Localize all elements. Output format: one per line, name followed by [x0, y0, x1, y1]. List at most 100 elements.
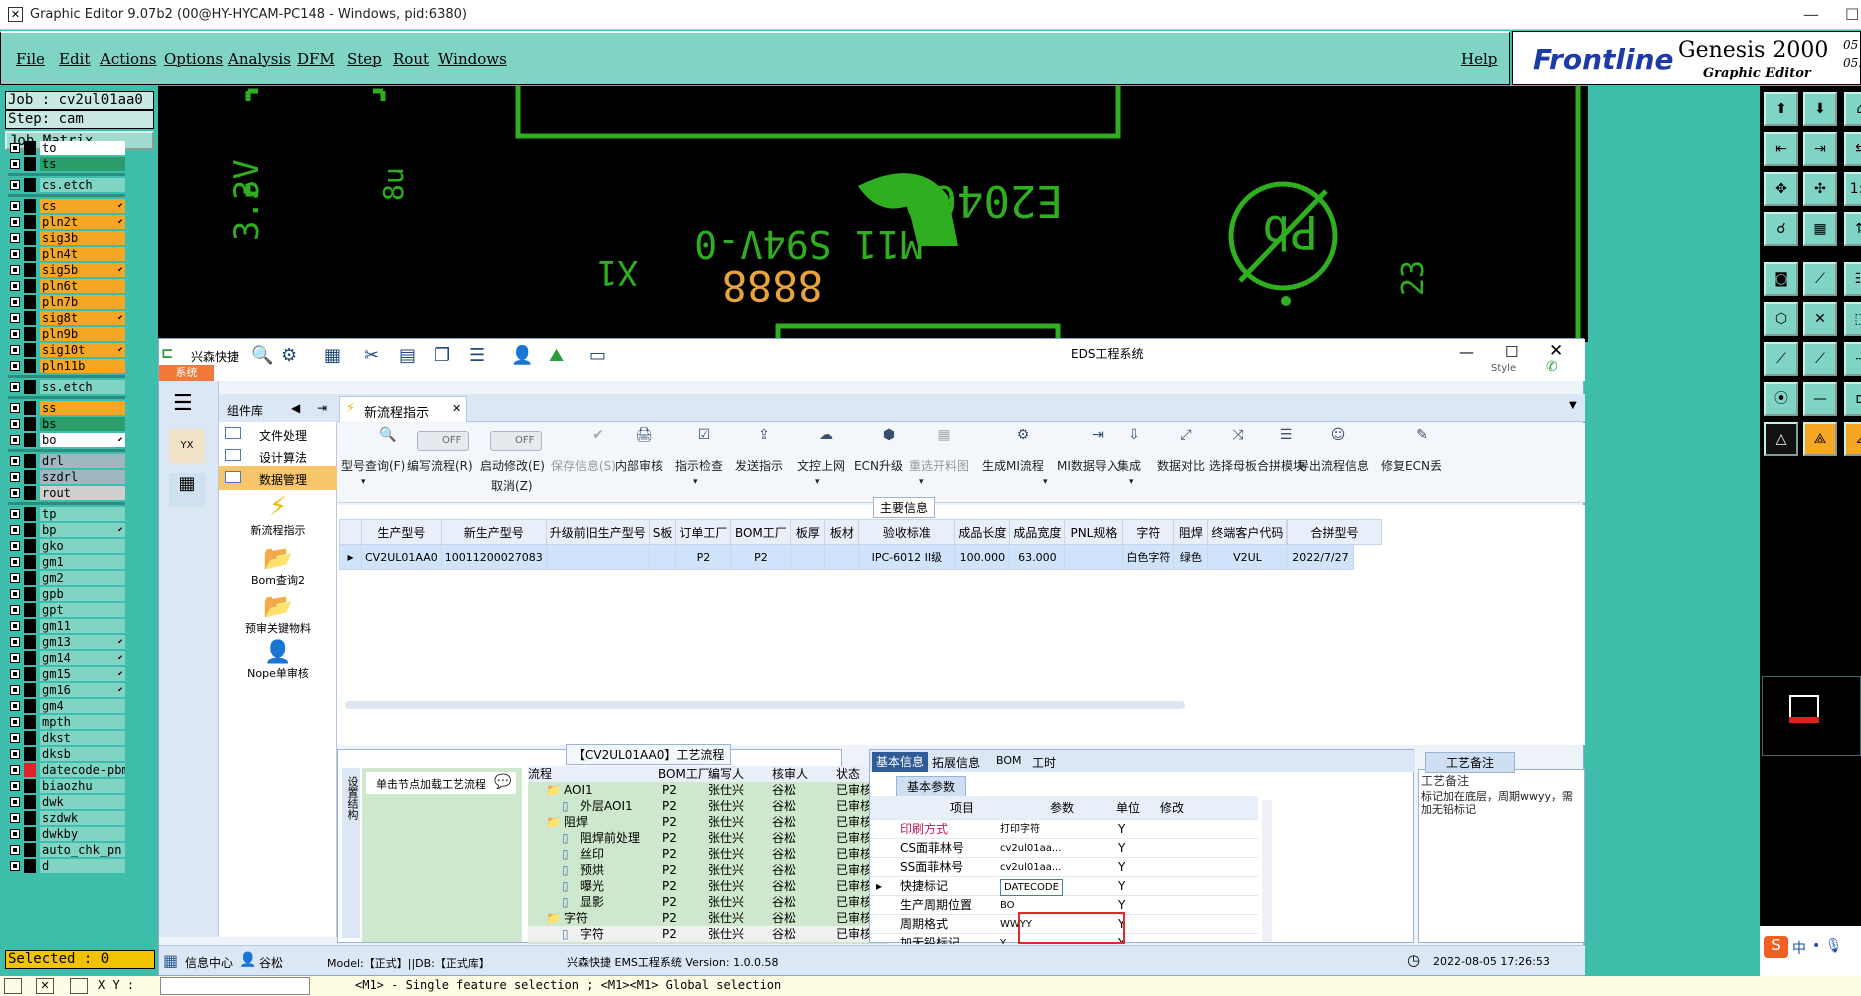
bottom-tool-icon-2[interactable]: ✕	[36, 978, 54, 994]
layer-row[interactable]: biaozhu	[8, 779, 125, 793]
flow-row[interactable]: 📁 AOI1 P2 张仕兴 谷松 已审核	[528, 782, 888, 798]
layer-checkbox[interactable]	[10, 717, 20, 727]
layer-row[interactable]: to	[8, 141, 125, 155]
layer-row[interactable]: rout	[8, 486, 125, 500]
move-down-icon[interactable]: ⬇	[1803, 92, 1837, 126]
column-header[interactable]: 阻焊	[1173, 519, 1209, 545]
layer-name[interactable]: to	[40, 141, 125, 155]
layer-row[interactable]: szdwk	[8, 811, 125, 825]
layer-row[interactable]: gm1	[8, 555, 125, 569]
layer-row[interactable]: mpth	[8, 715, 125, 729]
tab-close-icon[interactable]: ✕	[452, 402, 461, 415]
layer-checkbox[interactable]	[10, 313, 20, 323]
layer-color-swatch[interactable]	[24, 470, 36, 484]
target-icon[interactable]: ⦿	[1764, 382, 1798, 416]
layer-checkbox[interactable]	[10, 589, 20, 599]
table-cell[interactable]: CV2UL01AA0	[361, 544, 442, 570]
layer-color-swatch[interactable]	[24, 603, 36, 617]
triangle-icon[interactable]: △	[1764, 422, 1798, 456]
param-row[interactable]: 印刷方式 打印字符 Y	[870, 820, 1258, 839]
layer-color-swatch[interactable]	[24, 667, 36, 681]
layer-checkbox[interactable]	[10, 653, 20, 663]
layer-row[interactable]: sig8t ⬋	[8, 311, 125, 325]
table-cell[interactable]: P2	[675, 544, 732, 570]
layer-checkbox[interactable]	[10, 845, 20, 855]
menu-dfm[interactable]: DFM	[297, 50, 335, 68]
layer-row[interactable]: gm14 ⬋	[8, 651, 125, 665]
line-tool-icon[interactable]: ⟋	[1803, 262, 1837, 296]
layer-name[interactable]: gm1	[40, 555, 125, 569]
layer-color-swatch[interactable]	[24, 555, 36, 569]
param-row[interactable]: SS面菲林号 cv2ul01aa... Y	[870, 858, 1258, 877]
layer-name[interactable]: datecode-pbm	[40, 763, 125, 777]
layer-color-swatch[interactable]	[24, 486, 36, 500]
home-icon[interactable]: ⌂	[1844, 92, 1861, 126]
layer-name[interactable]: dwk	[40, 795, 125, 809]
notes-text[interactable]: 标记加在底层，周期wwyy，需加无铅标记	[1421, 790, 1583, 816]
table-cell[interactable]: IPC-6012 II级	[858, 544, 956, 570]
layer-name[interactable]: biaozhu	[40, 779, 125, 793]
layer-name[interactable]: gm13	[40, 635, 125, 649]
layer-checkbox[interactable]	[10, 382, 20, 392]
column-header[interactable]: PNL规格	[1064, 519, 1124, 545]
column-header[interactable]: 终端客户代码	[1207, 519, 1288, 545]
dropdown-arrow-icon[interactable]: ▾	[1043, 477, 1048, 487]
layer-row[interactable]: gpt	[8, 603, 125, 617]
column-header[interactable]: 生产型号	[361, 519, 442, 545]
minimize-icon[interactable]: —	[1803, 5, 1819, 24]
tab-new-flow[interactable]: ⚡ 新流程指示 ✕	[339, 396, 467, 422]
maximize-icon[interactable]: ☐	[1845, 5, 1859, 24]
ime-logo-icon[interactable]: S	[1764, 936, 1788, 958]
menu-file[interactable]: File	[16, 50, 45, 68]
flow-node-area[interactable]: 单击节点加载工艺流程 💬	[362, 768, 522, 942]
layer-row[interactable]: sig10t ⬋	[8, 343, 125, 357]
toolbar-button[interactable]: 集成	[1117, 457, 1141, 474]
comp-item-file[interactable]: 文件处理	[219, 422, 337, 446]
param-vscrollbar[interactable]	[1262, 800, 1272, 942]
layer-checkbox[interactable]	[10, 472, 20, 482]
layer-row[interactable]: tp	[8, 507, 125, 521]
toolbar-button[interactable]: 导出流程信息	[1297, 457, 1369, 474]
layer-row[interactable]: dksb	[8, 747, 125, 761]
cancel-button[interactable]: 取消(Z)	[491, 477, 533, 494]
layer-name[interactable]: pln9b	[40, 327, 125, 341]
comp-item-algo[interactable]: 设计算法	[219, 444, 337, 468]
layer-name[interactable]: tp	[40, 507, 125, 521]
layer-name[interactable]: gm4	[40, 699, 125, 713]
menu-step[interactable]: Step	[347, 50, 382, 68]
layer-name[interactable]: szdrl	[40, 470, 125, 484]
layer-color-swatch[interactable]	[24, 843, 36, 857]
ime-mic-icon[interactable]: • 🎙	[1812, 938, 1842, 954]
main-hscrollbar[interactable]	[345, 701, 1185, 709]
layer-name[interactable]: d	[40, 859, 125, 873]
layer-checkbox[interactable]	[10, 217, 20, 227]
param-value[interactable]: BO	[1000, 896, 1015, 915]
layer-name[interactable]: sig8t	[40, 311, 125, 325]
layer-name[interactable]: rout	[40, 486, 125, 500]
layer-color-swatch[interactable]	[24, 587, 36, 601]
layer-color-swatch[interactable]	[24, 811, 36, 825]
ime-language[interactable]: 中	[1792, 938, 1806, 958]
layer-color-swatch[interactable]	[24, 715, 36, 729]
layer-name[interactable]: pln6t	[40, 279, 125, 293]
flow-row[interactable]: ▯ 阻焊前处理 P2 张仕兴 谷松 已审核	[528, 830, 888, 846]
layer-color-swatch[interactable]	[24, 279, 36, 293]
layer-row[interactable]: gko	[8, 539, 125, 553]
layer-row[interactable]: pln11b	[8, 359, 125, 373]
layer-checkbox[interactable]	[10, 329, 20, 339]
toolbar-button[interactable]: 保存信息(S)	[551, 457, 616, 474]
layer-checkbox[interactable]	[10, 488, 20, 498]
bottom-tool-icon-1[interactable]	[4, 978, 22, 994]
layer-name[interactable]: sig5b	[40, 263, 125, 277]
layer-checkbox[interactable]	[10, 143, 20, 153]
align-left-icon[interactable]: ⇤	[1764, 132, 1798, 166]
menu-analysis[interactable]: Analysis	[228, 50, 291, 68]
table-cell[interactable]: P2	[730, 544, 792, 570]
layer-name[interactable]: bs	[40, 417, 125, 431]
layer-checkbox[interactable]	[10, 419, 20, 429]
layer-checkbox[interactable]	[10, 233, 20, 243]
layer-checkbox[interactable]	[10, 435, 20, 445]
layer-name[interactable]: gm11	[40, 619, 125, 633]
layer-row[interactable]: bo ⬋	[8, 433, 125, 447]
big-item-new-flow[interactable]: ⚡ 新流程指示	[219, 492, 337, 538]
